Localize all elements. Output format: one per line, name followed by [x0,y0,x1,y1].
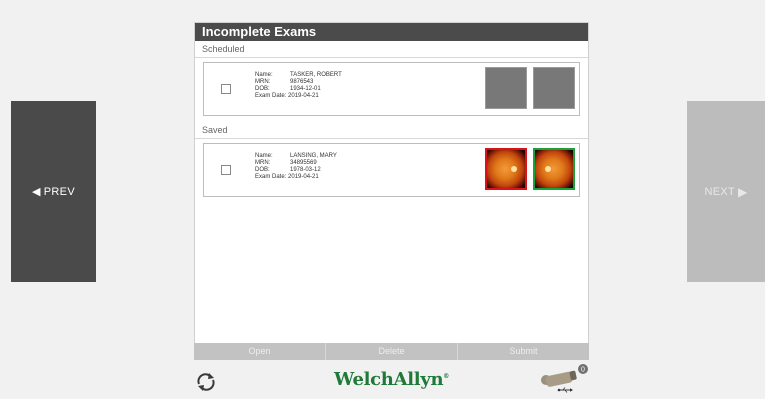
exam-card-saved[interactable]: Name: LANSING, MARY MRN: 34895569 DOB: 1978… [203,143,580,197]
exam-date: 2019-04-21 [288,174,319,180]
section-label-saved: Saved [195,122,588,139]
left-arrow-icon: ◀ [32,186,41,198]
exam-info: Name: LANSING, MARY MRN: 34895569 DOB: 1978… [255,153,337,181]
open-button[interactable]: Open [194,343,326,360]
section-label-scheduled: Scheduled [195,41,588,58]
next-label: NEXT [704,185,735,198]
retina-image-thumbnail[interactable] [485,148,527,190]
patient-name: TASKER, ROBERT [290,72,342,78]
usb-icon [557,387,573,393]
image-placeholder[interactable] [533,67,575,109]
exam-date-key: Exam Date: [255,174,287,180]
exam-checkbox[interactable] [221,84,231,94]
patient-name: LANSING, MARY [290,153,337,159]
welch-allyn-logo: WelchAllyn® [334,369,449,390]
patient-mrn: 9876543 [290,79,314,85]
prev-label: PREV [43,185,75,198]
delete-button[interactable]: Delete [326,343,458,360]
incomplete-exams-panel: Incomplete Exams Scheduled Name: TASKER, … [194,22,589,360]
retina-image-thumbnail[interactable] [533,148,575,190]
exam-date-key: Exam Date: [255,93,287,99]
device-badge: 0 [581,367,585,374]
trademark: ® [443,373,449,380]
patient-dob: 1934-12-01 [290,86,321,92]
patient-mrn: 34895569 [290,160,317,166]
brand-name: WelchAllyn [334,369,444,390]
camera-usb-device-icon[interactable]: 0 [540,363,590,395]
exam-date: 2019-04-21 [288,93,319,99]
mrn-key: MRN: [255,160,271,166]
right-arrow-icon: ▶ [738,184,748,199]
mrn-key: MRN: [255,79,271,85]
action-bar: Open Delete Submit [194,343,589,360]
next-button[interactable]: NEXT ▶ [687,101,765,282]
exam-card-scheduled[interactable]: Name: TASKER, ROBERT MRN: 9876543 DOB: 1934… [203,62,580,116]
submit-button[interactable]: Submit [458,343,589,360]
image-placeholder[interactable] [485,67,527,109]
panel-title: Incomplete Exams [195,23,588,41]
name-key: Name: [255,72,273,78]
name-key: Name: [255,153,273,159]
refresh-icon[interactable] [194,371,218,393]
patient-dob: 1978-03-12 [290,167,321,173]
exam-info: Name: TASKER, ROBERT MRN: 9876543 DOB: 1934… [255,72,342,100]
dob-key: DOB: [255,167,270,173]
dob-key: DOB: [255,86,270,92]
prev-button[interactable]: ◀ PREV [11,101,96,282]
exam-checkbox[interactable] [221,165,231,175]
